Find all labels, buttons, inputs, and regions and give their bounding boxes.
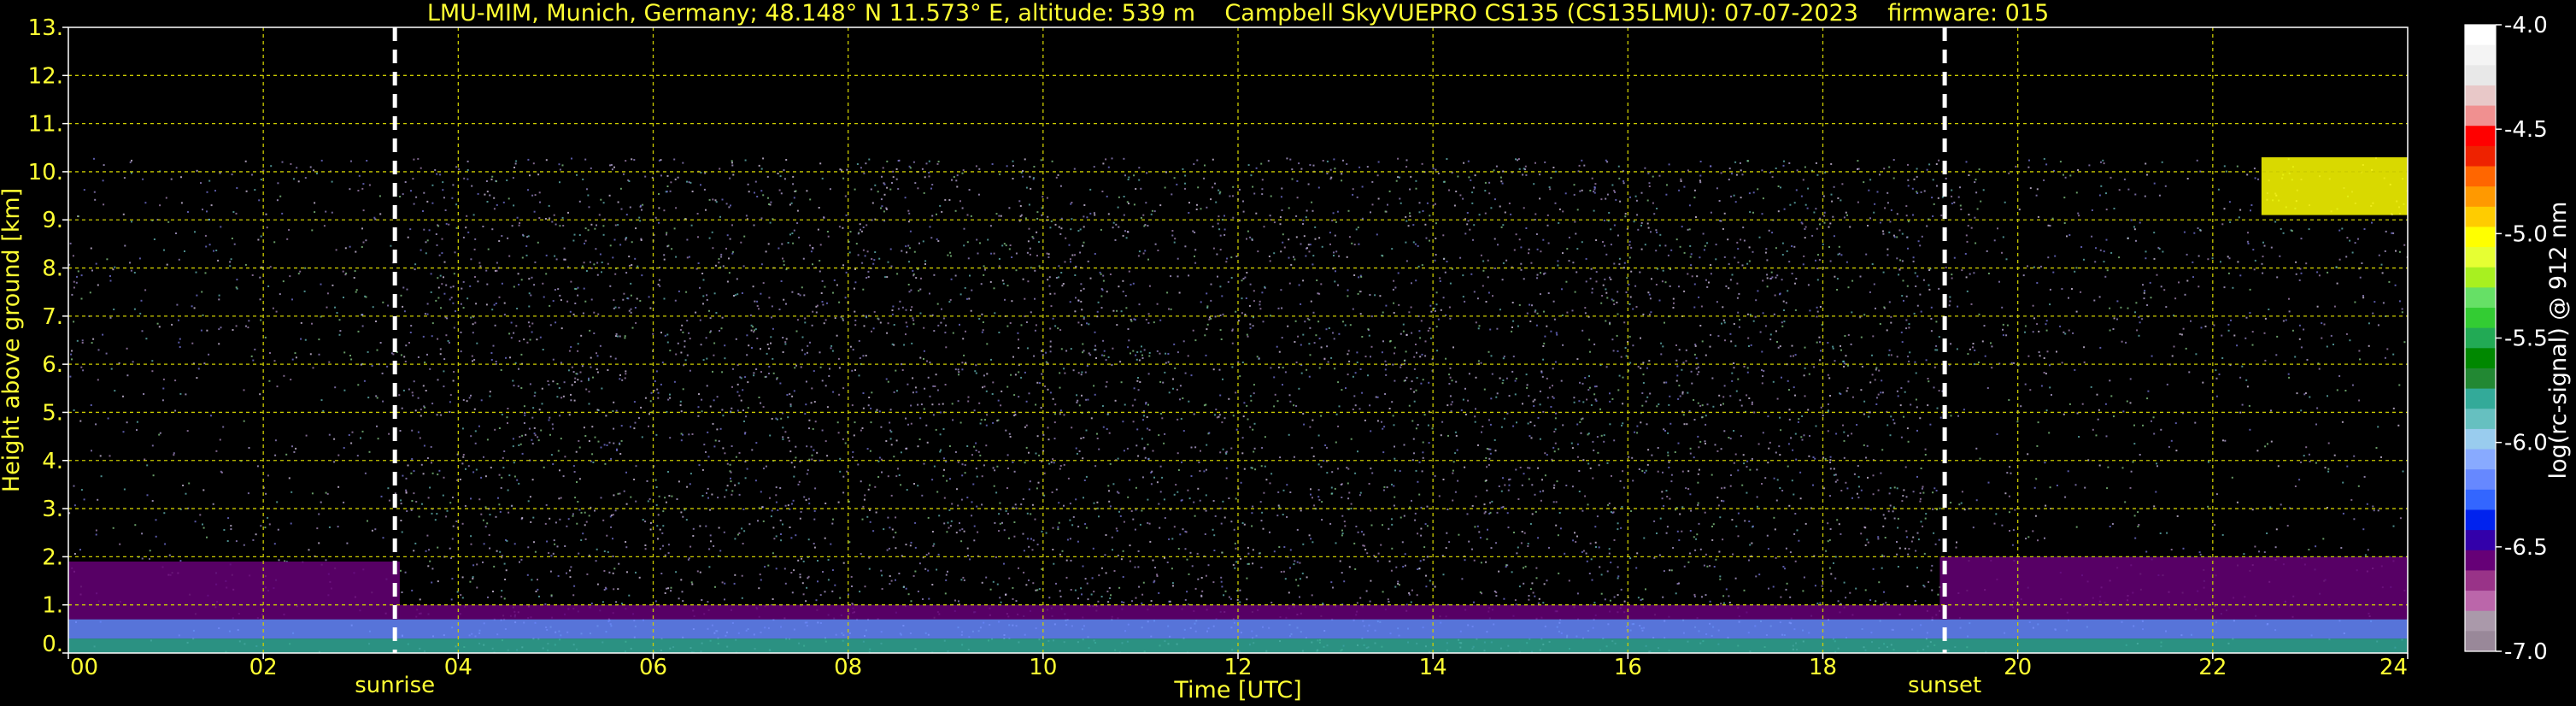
colorbar-segment: [2465, 247, 2496, 268]
colorbar-segment: [2465, 591, 2496, 612]
colorbar-segment: [2465, 449, 2496, 470]
colorbar-segment: [2465, 530, 2496, 551]
colorbar-tick-label: -6.0: [2504, 431, 2548, 456]
colorbar-tick-label: -5.5: [2504, 327, 2548, 352]
colorbar-segment: [2465, 409, 2496, 430]
y-tick-label: 13.: [28, 15, 63, 41]
signal-layer: [1939, 556, 2408, 620]
x-tick-label: 02: [249, 655, 278, 680]
colorbar-segment: [2465, 227, 2496, 248]
x-tick-label: 00: [70, 655, 98, 680]
y-tick-label: 5.: [42, 400, 63, 426]
x-tick-label: 24: [2379, 655, 2408, 680]
y-tick-label: 1.: [42, 593, 63, 619]
event-label-sunrise: sunrise: [355, 673, 435, 698]
colorbar-segment: [2465, 631, 2496, 652]
colorbar-segment: [2465, 126, 2496, 147]
colorbar-segment: [2465, 85, 2496, 107]
y-tick-label: 0.: [42, 632, 63, 657]
x-tick-label: 06: [639, 655, 667, 680]
y-tick-label: 7.: [42, 304, 63, 330]
colorbar-segment: [2465, 65, 2496, 86]
y-tick-label: 3.: [42, 497, 63, 522]
colorbar-segment: [2465, 388, 2496, 409]
x-tick-label: 04: [444, 655, 472, 680]
colorbar-tick-label: -5.0: [2504, 221, 2548, 247]
y-tick-label: 10.: [28, 160, 63, 185]
y-tick-label: 11.: [28, 112, 63, 138]
x-tick-label: 22: [2198, 655, 2227, 680]
signal-layer: [68, 619, 2408, 639]
signal-layer: [399, 604, 1940, 620]
ceilometer-figure: LMU-MIM, Munich, Germany; 48.148° N 11.5…: [0, 0, 2576, 706]
y-tick-label: 4.: [42, 449, 63, 474]
colorbar-segment: [2465, 44, 2496, 66]
colorbar-segment: [2465, 610, 2496, 632]
colorbar-label: log(rc-signal) @ 912 nm: [2545, 202, 2572, 479]
colorbar-segment: [2465, 105, 2496, 126]
x-tick-label: 16: [1614, 655, 1642, 680]
y-tick-label: 2.: [42, 544, 63, 570]
colorbar-segment: [2465, 368, 2496, 390]
y-tick-label: 9.: [42, 208, 63, 233]
colorbar-segment: [2465, 428, 2496, 450]
x-tick-label: 20: [2004, 655, 2032, 680]
y-tick-label: 12.: [28, 63, 63, 89]
signal-layer: [68, 562, 400, 620]
colorbar-segment: [2465, 267, 2496, 288]
colorbar-segment: [2465, 145, 2496, 168]
event-label-sunset: sunset: [1908, 673, 1981, 698]
y-axis-label: Height above ground [km]: [0, 188, 25, 492]
colorbar-segment: [2465, 509, 2496, 531]
colorbar-segment: [2465, 166, 2496, 187]
colorbar-segment: [2465, 489, 2496, 511]
x-tick-label: 08: [834, 655, 862, 680]
colorbar-tick-label: -4.5: [2504, 117, 2548, 143]
signal-layer: [2261, 157, 2408, 215]
colorbar-tick-label: -4.0: [2504, 13, 2548, 38]
colorbar-segment: [2465, 469, 2496, 491]
x-axis-label: Time [UTC]: [1173, 677, 1301, 703]
colorbar-segment: [2465, 550, 2496, 572]
colorbar-tick-label: -6.5: [2504, 535, 2548, 561]
x-tick-label: 14: [1419, 655, 1447, 680]
colorbar-segment: [2465, 287, 2496, 309]
colorbar-segment: [2465, 206, 2496, 228]
colorbar-segment: [2465, 327, 2496, 349]
x-tick-label: 18: [1809, 655, 1837, 680]
colorbar-segment: [2465, 570, 2496, 591]
x-tick-label: 10: [1029, 655, 1057, 680]
colorbar-tick-label: -7.0: [2504, 639, 2548, 665]
chart-title: LMU-MIM, Munich, Germany; 48.148° N 11.5…: [427, 0, 2049, 26]
colorbar-segment: [2465, 308, 2496, 329]
colorbar-segment: [2465, 348, 2496, 369]
y-tick-label: 6.: [42, 352, 63, 378]
colorbar-segment: [2465, 186, 2496, 208]
y-tick-label: 8.: [42, 256, 63, 282]
colorbar-segment: [2465, 25, 2496, 46]
